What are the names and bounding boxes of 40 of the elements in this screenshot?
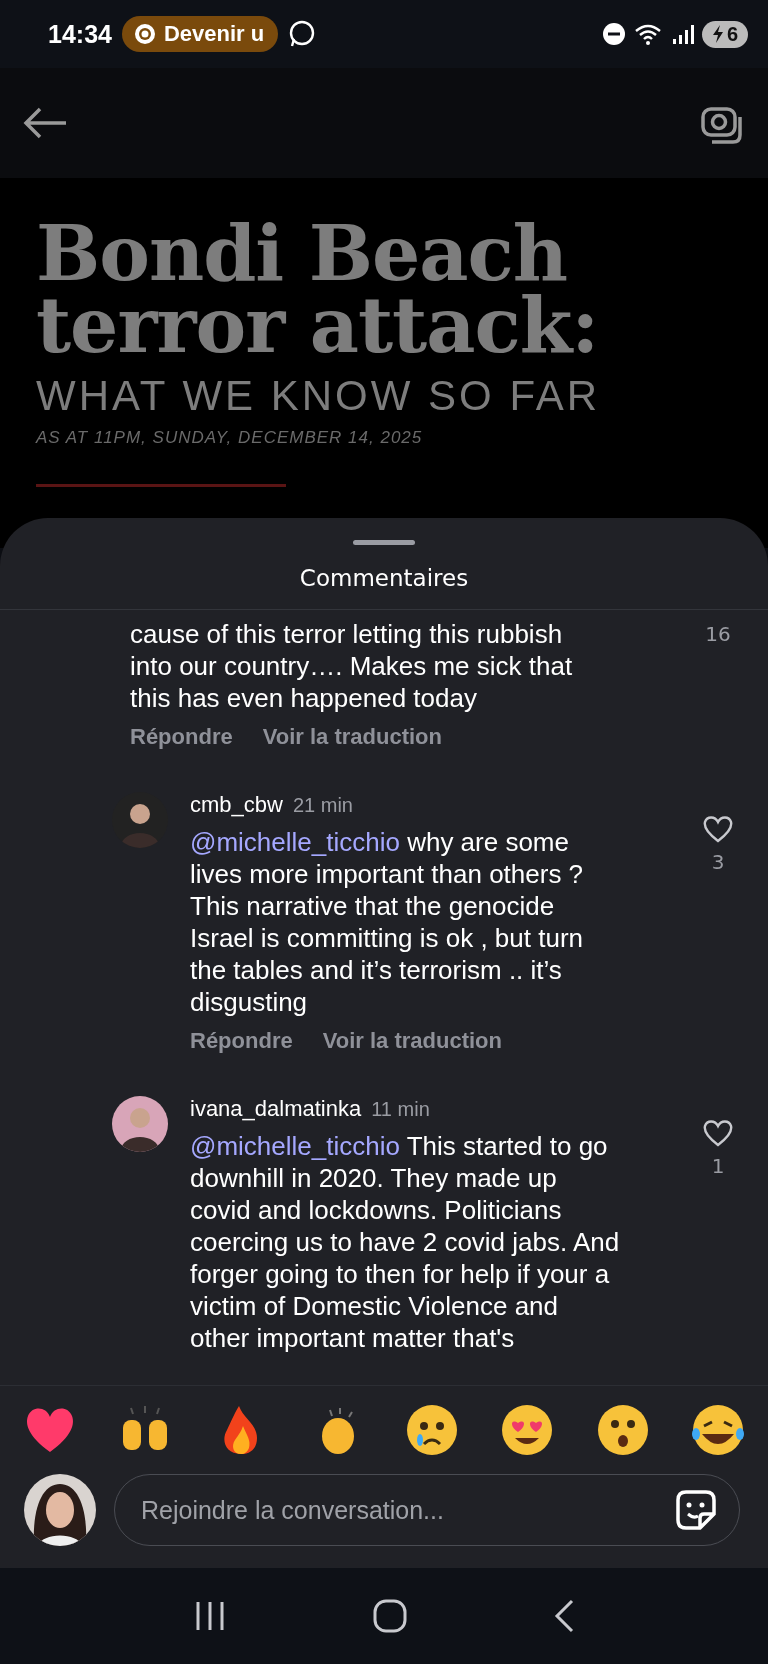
comment-text: @michelle_ticchio why are some lives more important than others ? This narrative that the genocide Israel is committing is ok , but turn the tables and it’s terrorism .. it’s disgusting bbox=[190, 826, 585, 1018]
mention-link[interactable]: @michelle_ticchio bbox=[190, 827, 400, 857]
comment-text: into our country…. Makes me sick that bbox=[130, 650, 574, 682]
comment-username[interactable]: cmb_cbw bbox=[190, 792, 283, 818]
back-icon[interactable] bbox=[552, 1598, 576, 1634]
home-icon[interactable] bbox=[372, 1598, 408, 1634]
translate-link[interactable]: Voir la traduction bbox=[262, 724, 442, 750]
mention-link[interactable]: @michelle_ticchio bbox=[190, 1131, 400, 1161]
drag-handle[interactable] bbox=[353, 540, 415, 545]
do-not-disturb-icon bbox=[601, 22, 626, 46]
reply-link[interactable]: Répondre bbox=[130, 724, 233, 750]
like-count: 1 bbox=[711, 1154, 725, 1178]
comment-time: 21 min bbox=[292, 794, 353, 817]
record-icon bbox=[133, 23, 156, 45]
comment-text: @michelle_ticchio This started to go downhill in 2020. They made up covid and lockdowns. Politicians coercing us to have 2 covid jabs. And forger going to then for help if your a victim of Domestic Violence and other important matter that's bbox=[190, 1130, 620, 1354]
signal-icon bbox=[671, 23, 694, 45]
bolt-icon bbox=[711, 25, 724, 43]
reply-link[interactable]: Répondre bbox=[190, 1028, 293, 1054]
comment-time: 11 min bbox=[371, 1098, 430, 1121]
battery-level: 6 bbox=[726, 22, 738, 46]
article-headline: Bondi Beach bbox=[36, 218, 568, 291]
like-count: 16 bbox=[705, 622, 731, 646]
laughing-icon[interactable] bbox=[689, 1402, 746, 1458]
comment-text: cause of this terror letting this rubbish bbox=[130, 618, 564, 650]
translate-link[interactable]: Voir la traduction bbox=[322, 1028, 502, 1054]
heart-icon[interactable] bbox=[702, 814, 734, 844]
sheet-title: Commentaires bbox=[0, 545, 768, 610]
like-count: 3 bbox=[711, 850, 725, 874]
sticker-icon[interactable] bbox=[674, 1488, 718, 1532]
heart-icon[interactable] bbox=[702, 1118, 734, 1148]
recording-pill[interactable]: Devenir u bbox=[121, 16, 279, 52]
article-dateline: AS AT 11PM, SUNDAY, DECEMBER 14, 2025 bbox=[36, 428, 424, 449]
back-arrow-icon[interactable] bbox=[22, 106, 68, 140]
comment-text: this has even happened today bbox=[130, 682, 478, 714]
status-time: 14:34 bbox=[48, 19, 112, 49]
article-subtitle: WHAT WE KNOW SO FAR bbox=[36, 372, 602, 421]
comment-input[interactable]: Rejoindre la conversation... bbox=[114, 1474, 740, 1546]
comment-username[interactable]: ivana_dalmatinka bbox=[190, 1096, 362, 1122]
article-headline: terror attack: bbox=[36, 290, 600, 363]
chat-icon bbox=[288, 20, 317, 48]
